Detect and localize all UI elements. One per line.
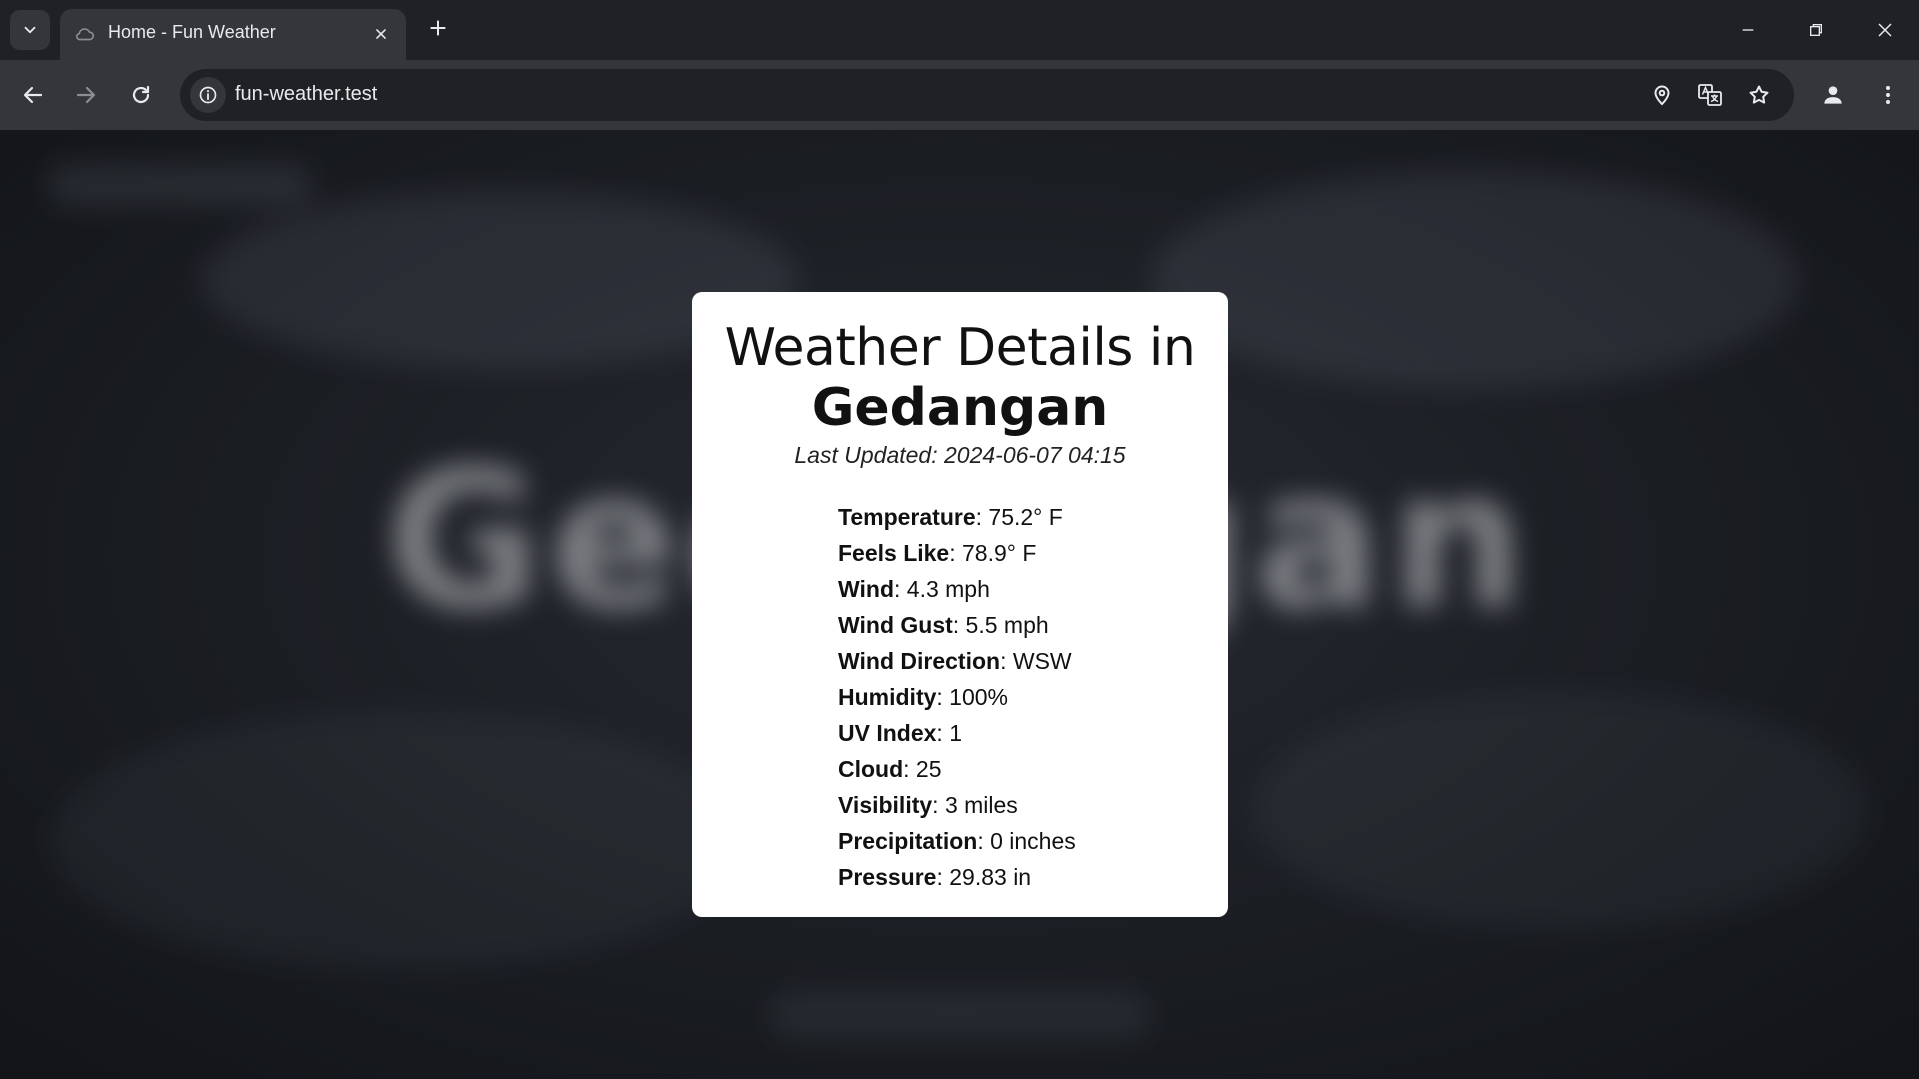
forward-button[interactable]	[68, 77, 104, 113]
location-pin-icon	[1654, 85, 1670, 106]
bg-cloud-shape	[50, 710, 750, 970]
tab-title: Home - Fun Weather	[108, 22, 276, 42]
detail-label: Feels Like	[838, 540, 950, 566]
address-bar[interactable]: fun-weather.test	[180, 69, 1794, 121]
info-icon	[199, 86, 217, 104]
close-icon	[1878, 23, 1892, 37]
detail-pressure: Pressure: 29.83 in	[838, 859, 1228, 895]
minimize-button[interactable]	[1728, 10, 1768, 50]
detail-label: Visibility	[838, 792, 933, 818]
browser-menu-button[interactable]	[1870, 77, 1906, 113]
detail-label: Cloud	[838, 756, 904, 782]
arrow-left-icon	[23, 86, 43, 104]
restore-icon	[1810, 24, 1822, 36]
profile-button[interactable]	[1815, 77, 1851, 113]
detail-wind-direction: Wind Direction: WSW	[838, 643, 1228, 679]
weather-details-list: Temperature: 75.2° F Feels Like: 78.9° F…	[838, 499, 1228, 895]
card-city-name: Gedangan	[811, 378, 1109, 438]
page-viewport: Gedangan Weather Details in Gedangan Las…	[0, 130, 1919, 1079]
site-info-button[interactable]	[190, 77, 226, 113]
browser-toolbar: fun-weather.test	[0, 60, 1919, 130]
star-icon	[1749, 85, 1769, 104]
detail-value: : WSW	[1000, 648, 1072, 674]
translate-icon	[1698, 84, 1722, 106]
kebab-menu-icon	[1886, 86, 1890, 104]
bg-cloud-shape	[1250, 690, 1870, 930]
minimize-icon	[1742, 29, 1754, 31]
detail-label: UV Index	[838, 720, 937, 746]
detail-cloud: Cloud: 25	[838, 751, 1228, 787]
close-icon	[376, 29, 386, 39]
tab-close-button[interactable]	[370, 23, 392, 45]
restore-button[interactable]	[1796, 10, 1836, 50]
url-text[interactable]: fun-weather.test	[235, 83, 377, 106]
translate-button[interactable]	[1694, 79, 1726, 111]
detail-value: : 29.83 in	[936, 864, 1032, 890]
chevron-down-icon	[24, 26, 36, 34]
detail-value: : 100%	[936, 684, 1008, 710]
last-updated-text: Last Updated: 2024-06-07 04:15	[794, 442, 1126, 468]
detail-precipitation: Precipitation: 0 inches	[838, 823, 1228, 859]
reload-button[interactable]	[123, 77, 159, 113]
detail-visibility: Visibility: 3 miles	[838, 787, 1228, 823]
detail-label: Wind	[838, 576, 894, 602]
detail-label: Temperature	[838, 504, 976, 530]
detail-value: : 75.2° F	[975, 504, 1063, 530]
detail-value: : 1	[936, 720, 962, 746]
cloud-icon	[75, 28, 95, 41]
plus-icon	[430, 20, 446, 36]
detail-wind: Wind: 4.3 mph	[838, 571, 1228, 607]
arrow-right-icon	[76, 86, 96, 104]
detail-temperature: Temperature: 75.2° F	[838, 499, 1228, 535]
tab-home[interactable]: Home - Fun Weather	[60, 9, 406, 60]
detail-humidity: Humidity: 100%	[838, 679, 1228, 715]
detail-value: : 0 inches	[977, 828, 1076, 854]
bg-site-logo	[50, 165, 310, 205]
bookmark-button[interactable]	[1743, 79, 1775, 111]
detail-value: : 3 miles	[932, 792, 1018, 818]
detail-uv-index: UV Index: 1	[838, 715, 1228, 751]
detail-label: Precipitation	[838, 828, 978, 854]
detail-wind-gust: Wind Gust: 5.5 mph	[838, 607, 1228, 643]
detail-label: Humidity	[838, 684, 937, 710]
new-tab-button[interactable]	[424, 14, 452, 42]
close-window-button[interactable]	[1865, 10, 1905, 50]
detail-value: : 5.5 mph	[952, 612, 1049, 638]
detail-feels-like: Feels Like: 78.9° F	[838, 535, 1228, 571]
person-icon	[1824, 86, 1842, 104]
tab-strip: Home - Fun Weather	[0, 0, 1919, 60]
detail-value: : 78.9° F	[949, 540, 1037, 566]
reload-icon	[132, 85, 150, 104]
weather-details-card: Weather Details in Gedangan Last Updated…	[692, 292, 1228, 917]
back-button[interactable]	[15, 77, 51, 113]
card-title: Weather Details in	[724, 318, 1196, 378]
location-button[interactable]	[1646, 79, 1678, 111]
detail-label: Wind Direction	[838, 648, 1001, 674]
detail-label: Wind Gust	[838, 612, 953, 638]
tab-search-button[interactable]	[10, 10, 50, 50]
bg-cloud-shape	[1150, 170, 1800, 390]
detail-value: : 4.3 mph	[894, 576, 990, 602]
detail-label: Pressure	[838, 864, 937, 890]
bg-footer-text	[770, 990, 1150, 1040]
detail-value: : 25	[903, 756, 942, 782]
